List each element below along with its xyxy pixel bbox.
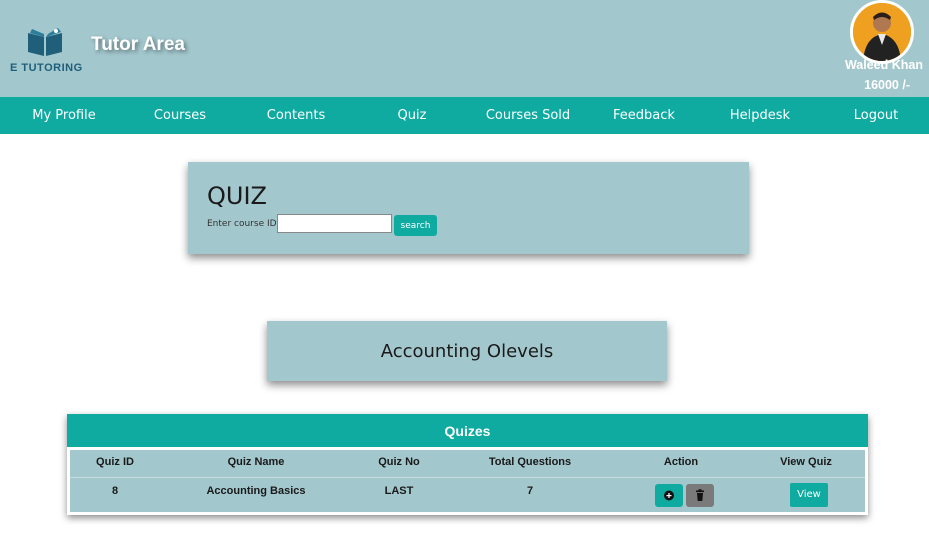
app-title: Tutor Area xyxy=(91,34,185,55)
nav-item-logout[interactable]: Logout xyxy=(854,97,899,134)
column-header-quiz-name: Quiz Name xyxy=(227,456,285,468)
user-balance: 16000 /- xyxy=(864,78,910,92)
course-id-label: Enter course ID: xyxy=(207,219,280,229)
row-divider xyxy=(70,477,865,478)
column-header-quiz-id: Quiz ID xyxy=(96,456,134,468)
avatar[interactable] xyxy=(850,0,914,64)
nav-item-helpdesk[interactable]: Helpdesk xyxy=(730,97,790,134)
column-header-total-questions: Total Questions xyxy=(488,456,572,468)
add-question-button[interactable] xyxy=(655,484,683,507)
main-nav: My Profile Courses Contents Quiz Courses… xyxy=(0,97,929,134)
column-header-view-quiz: View Quiz xyxy=(780,456,832,468)
course-name: Accounting Olevels xyxy=(380,341,554,362)
view-quiz-button[interactable]: View xyxy=(790,483,828,507)
logo[interactable]: E TUTORING xyxy=(10,27,85,75)
user-name: Waleed Khan xyxy=(844,58,923,72)
cell-quiz-no: LAST xyxy=(384,485,414,497)
delete-quiz-button[interactable] xyxy=(686,484,714,507)
page-title: QUIZ xyxy=(207,182,267,210)
header: E TUTORING Tutor Area Waleed Khan 16000 … xyxy=(0,0,929,97)
cell-total-questions: 7 xyxy=(526,485,534,497)
add-circle-icon xyxy=(664,490,674,501)
column-header-quiz-no: Quiz No xyxy=(378,456,420,468)
trash-icon xyxy=(696,489,704,501)
quiz-search-card: QUIZ Enter course ID: search xyxy=(188,162,749,254)
quizzes-header: Quizes xyxy=(67,414,868,447)
logo-text: E TUTORING xyxy=(10,62,83,74)
nav-item-feedback[interactable]: Feedback xyxy=(613,97,675,134)
column-header-action: Action xyxy=(663,456,699,468)
nav-item-quiz[interactable]: Quiz xyxy=(398,97,427,134)
nav-item-my-profile[interactable]: My Profile xyxy=(32,97,95,134)
quizzes-panel: Quizes Quiz ID Quiz Name Quiz No Total Q… xyxy=(67,414,868,515)
nav-item-contents[interactable]: Contents xyxy=(267,97,325,134)
nav-item-courses[interactable]: Courses xyxy=(154,97,206,134)
user-photo-icon xyxy=(853,3,911,61)
search-button[interactable]: search xyxy=(394,215,437,236)
course-title-card: Accounting Olevels xyxy=(267,321,667,381)
cell-quiz-name: Accounting Basics xyxy=(206,485,306,497)
quizzes-table: Quiz ID Quiz Name Quiz No Total Question… xyxy=(70,450,865,512)
nav-item-courses-sold[interactable]: Courses Sold xyxy=(486,97,570,134)
book-logo-icon xyxy=(28,28,62,56)
course-id-input[interactable] xyxy=(277,214,392,233)
cell-quiz-id: 8 xyxy=(111,485,119,497)
